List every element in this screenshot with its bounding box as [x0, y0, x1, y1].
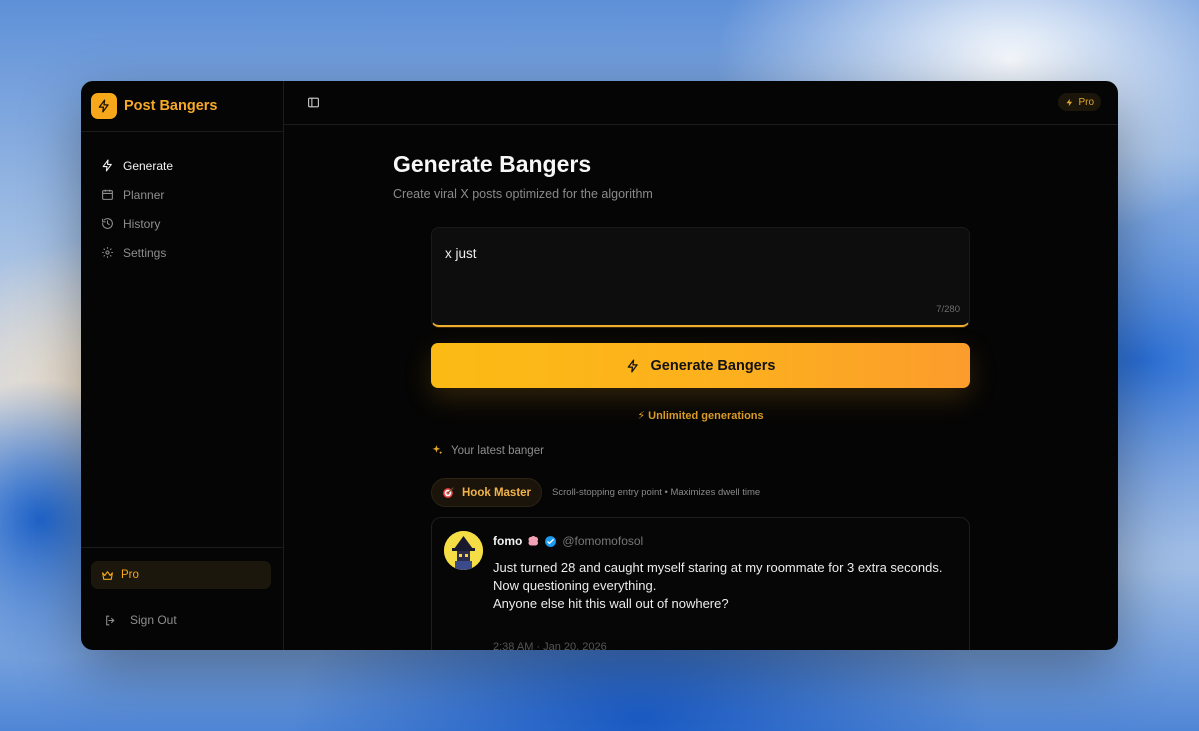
bolt-logo-icon	[91, 93, 117, 119]
sign-out-button[interactable]: Sign Out	[104, 613, 177, 627]
sidebar-item-label: Planner	[123, 187, 165, 202]
logout-icon	[106, 615, 115, 625]
verified-badge-icon	[545, 535, 557, 547]
pro-badge-label: Pro	[1078, 96, 1094, 108]
sidebar-item-label: History	[123, 216, 161, 231]
bolt-icon	[1066, 98, 1073, 106]
sidebar-toggle-button[interactable]	[307, 96, 321, 110]
sidebar-item-generate[interactable]: Generate	[81, 151, 283, 180]
char-count: 7/280	[936, 304, 960, 315]
page-header: Generate Bangers Create viral X posts op…	[393, 151, 993, 201]
latest-banger-header: Your latest banger	[431, 444, 544, 457]
sparkles-icon	[432, 445, 443, 455]
app-name: Post Bangers	[124, 98, 218, 114]
hook-description: Scroll-stopping entry point • Maximizes …	[552, 487, 761, 498]
tweet-line: Anyone else hit this wall out of nowhere…	[493, 596, 729, 611]
gear-icon	[102, 247, 113, 258]
page-title: Generate Bangers	[393, 151, 592, 177]
app-window: Post Bangers Generate Planner History Se…	[81, 81, 1118, 650]
tweet-author-name: fomo	[493, 534, 523, 548]
brand[interactable]: Post Bangers	[81, 81, 283, 132]
sidebar-item-history[interactable]: History	[81, 209, 283, 238]
tweet-body: Just turned 28 and caught myself staring…	[493, 559, 953, 613]
generate-button[interactable]: Generate Bangers	[431, 343, 970, 388]
sidebar-item-planner[interactable]: Planner	[81, 180, 283, 209]
generate-button-label: Generate Bangers	[650, 357, 776, 374]
avatar	[444, 531, 483, 570]
post-input-value[interactable]: x just	[445, 246, 477, 261]
tweet-line: Now questioning everything.	[493, 578, 657, 593]
bolt-icon	[102, 159, 112, 172]
history-icon	[102, 218, 113, 229]
sidebar-item-label: Settings	[123, 245, 167, 260]
page-subtitle: Create viral X posts optimized for the a…	[393, 187, 653, 201]
sidebar-pro-button[interactable]: Pro	[91, 561, 271, 589]
tweet-card[interactable]: fomo @fomomofosol Just turned 28 and cau…	[431, 517, 970, 650]
hook-master-label: Hook Master	[462, 486, 532, 499]
bolt-icon	[627, 359, 638, 372]
sidebar-footer: Pro Sign Out	[81, 547, 283, 650]
sidebar-item-label: Generate	[123, 158, 174, 173]
sidebar-nav: Generate Planner History Settings	[81, 132, 283, 267]
pro-label: Pro	[121, 569, 139, 581]
calendar-icon	[102, 189, 113, 200]
hook-master-badge[interactable]: Hook Master	[431, 478, 543, 507]
post-input[interactable]: x just 7/280	[431, 227, 970, 327]
sidebar: Post Bangers Generate Planner History Se…	[81, 81, 284, 650]
sign-out-label: Sign Out	[130, 613, 177, 627]
target-icon	[443, 487, 454, 498]
topbar: Pro	[284, 81, 1118, 125]
main-panel: Pro Generate Bangers Create viral X post…	[284, 81, 1118, 650]
pro-badge[interactable]: Pro	[1058, 93, 1101, 111]
hook-row: Hook Master Scroll-stopping entry point …	[431, 478, 760, 507]
latest-banger-label: Your latest banger	[451, 444, 544, 457]
crown-icon	[102, 570, 113, 580]
sidebar-toggle-icon	[308, 97, 319, 108]
tweet-handle: @fomomofosol	[562, 534, 644, 548]
tweet-line: Just turned 28 and caught myself staring…	[493, 560, 943, 575]
tweet-timestamp: 2:38 AM · Jan 20, 2026	[493, 641, 607, 650]
tweet-header: fomo @fomomofosol	[493, 534, 643, 548]
brain-icon	[528, 536, 539, 546]
unlimited-generations-text: ⚡ Unlimited generations	[637, 410, 764, 422]
sidebar-item-settings[interactable]: Settings	[81, 238, 283, 267]
